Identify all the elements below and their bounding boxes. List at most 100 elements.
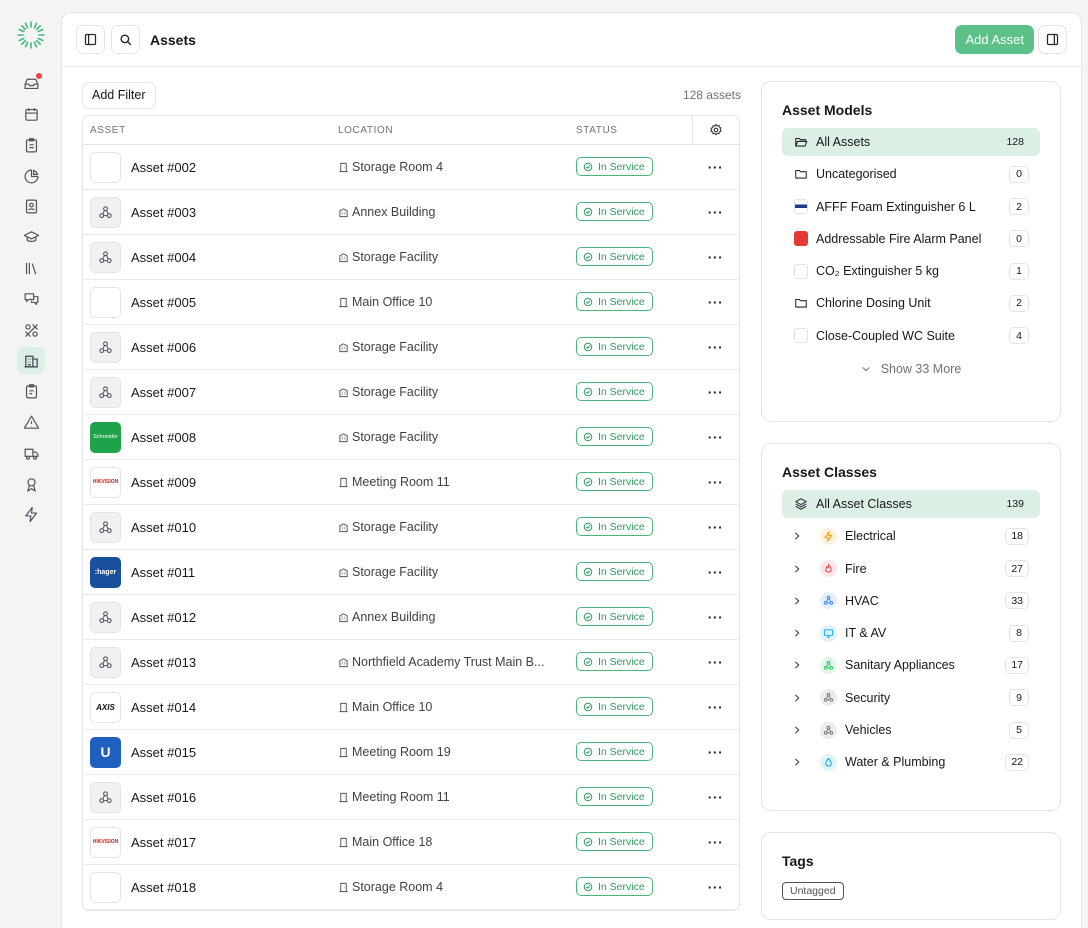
asset-model-item[interactable]: Addressable Fire Alarm Panel 0 xyxy=(782,225,1040,253)
table-row[interactable]: Schneider Asset #008 Storage Facility In Se… xyxy=(83,415,739,460)
table-row[interactable]: Asset #016 Meeting Room 11 In Service ··· xyxy=(83,775,739,820)
asset-class-item[interactable]: HVAC 33 xyxy=(782,587,1040,615)
table-row[interactable]: Asset #018 Storage Room 4 In Service ··· xyxy=(83,865,739,910)
chevron-right-icon[interactable] xyxy=(792,564,806,574)
chevron-right-icon[interactable] xyxy=(792,757,806,767)
chevron-right-icon[interactable] xyxy=(792,725,806,735)
asset-name[interactable]: Asset #005 xyxy=(131,295,196,310)
asset-class-item[interactable]: Fire 27 xyxy=(782,555,1040,583)
asset-model-item[interactable]: Close-Coupled WC Suite 4 xyxy=(782,322,1040,350)
asset-name[interactable]: Asset #015 xyxy=(131,745,196,760)
asset-name[interactable]: Asset #009 xyxy=(131,475,196,490)
row-actions-button[interactable]: ··· xyxy=(692,879,739,895)
asset-name[interactable]: Asset #017 xyxy=(131,835,196,850)
asset-class-all[interactable]: All Asset Classes 139 xyxy=(782,490,1040,518)
asset-model-item[interactable]: All Assets 128 xyxy=(782,128,1040,156)
row-actions-button[interactable]: ··· xyxy=(692,249,739,265)
chevron-right-icon[interactable] xyxy=(792,596,806,606)
row-actions-button[interactable]: ··· xyxy=(692,834,739,850)
table-row[interactable]: Asset #002 Storage Room 4 In Service ··· xyxy=(83,145,739,190)
chevron-right-icon[interactable] xyxy=(792,693,806,703)
app-logo[interactable] xyxy=(16,20,46,50)
calendar-icon[interactable] xyxy=(17,101,45,128)
chevron-right-icon[interactable] xyxy=(792,628,806,638)
tools-icon[interactable] xyxy=(17,316,45,343)
row-actions-button[interactable]: ··· xyxy=(692,384,739,400)
asset-model-item[interactable]: Chlorine Dosing Unit 2 xyxy=(782,289,1040,317)
pie-chart-icon[interactable] xyxy=(17,162,45,189)
row-actions-button[interactable]: ··· xyxy=(692,609,739,625)
asset-name[interactable]: Asset #013 xyxy=(131,655,196,670)
inbox-icon[interactable] xyxy=(17,70,45,97)
show-more-models-button[interactable]: Show 33 More xyxy=(762,354,1060,384)
asset-class-item[interactable]: IT & AV 8 xyxy=(782,619,1040,647)
truck-icon[interactable] xyxy=(17,440,45,467)
graduation-cap-icon[interactable] xyxy=(17,224,45,251)
tag-untagged[interactable]: Untagged xyxy=(782,882,844,900)
table-row[interactable]: HIKVISION Asset #009 Meeting Room 11 In Ser… xyxy=(83,460,739,505)
column-header-asset[interactable]: ASSET xyxy=(83,125,338,136)
asset-name[interactable]: Asset #012 xyxy=(131,610,196,625)
asset-name[interactable]: Asset #002 xyxy=(131,160,196,175)
table-row[interactable]: Asset #005 Main Office 10 In Service ··· xyxy=(83,280,739,325)
checklist-icon[interactable] xyxy=(17,378,45,405)
row-actions-button[interactable]: ··· xyxy=(692,474,739,490)
table-row[interactable]: :hager Asset #011 Storage Facility In Servi… xyxy=(83,550,739,595)
library-icon[interactable] xyxy=(17,255,45,282)
row-actions-button[interactable]: ··· xyxy=(692,339,739,355)
table-row[interactable]: Asset #003 Annex Building In Service ··· xyxy=(83,190,739,235)
search-button[interactable] xyxy=(111,25,140,54)
chevron-right-icon[interactable] xyxy=(792,531,806,541)
table-row[interactable]: Asset #010 Storage Facility In Service ··· xyxy=(83,505,739,550)
table-settings-button[interactable] xyxy=(692,116,739,144)
clipboard-icon[interactable] xyxy=(17,132,45,159)
asset-name[interactable]: Asset #018 xyxy=(131,880,196,895)
column-header-status[interactable]: STATUS xyxy=(576,125,692,136)
row-actions-button[interactable]: ··· xyxy=(692,204,739,220)
table-row[interactable]: U Asset #015 Meeting Room 19 In Service ··· xyxy=(83,730,739,775)
table-row[interactable]: Asset #013 Northfield Academy Trust Main … xyxy=(83,640,739,685)
asset-name[interactable]: Asset #004 xyxy=(131,250,196,265)
asset-model-item[interactable]: AFFF Foam Extinguisher 6 L 2 xyxy=(782,193,1040,221)
table-row[interactable]: AXIS Asset #014 Main Office 10 In Service ··… xyxy=(83,685,739,730)
award-icon[interactable] xyxy=(17,470,45,497)
asset-name[interactable]: Asset #010 xyxy=(131,520,196,535)
table-row[interactable]: Asset #007 Storage Facility In Service ··· xyxy=(83,370,739,415)
row-actions-button[interactable]: ··· xyxy=(692,564,739,580)
row-actions-button[interactable]: ··· xyxy=(692,654,739,670)
lightning-icon[interactable] xyxy=(17,501,45,528)
column-header-location[interactable]: LOCATION xyxy=(338,125,576,136)
toggle-sidebar-button[interactable] xyxy=(76,25,105,54)
asset-class-item[interactable]: Sanitary Appliances 17 xyxy=(782,651,1040,679)
warning-icon[interactable] xyxy=(17,409,45,436)
asset-class-item[interactable]: Security 9 xyxy=(782,684,1040,712)
row-actions-button[interactable]: ··· xyxy=(692,699,739,715)
table-row[interactable]: Asset #006 Storage Facility In Service ··· xyxy=(83,325,739,370)
asset-name[interactable]: Asset #006 xyxy=(131,340,196,355)
asset-name[interactable]: Asset #016 xyxy=(131,790,196,805)
asset-model-item[interactable]: Uncategorised 0 xyxy=(782,160,1040,188)
table-row[interactable]: Asset #012 Annex Building In Service ··· xyxy=(83,595,739,640)
add-asset-button[interactable]: Add Asset xyxy=(955,25,1034,54)
chevron-right-icon[interactable] xyxy=(792,660,806,670)
asset-model-item[interactable]: CO₂ Extinguisher 5 kg 1 xyxy=(782,257,1040,285)
row-actions-button[interactable]: ··· xyxy=(692,789,739,805)
toggle-right-panel-button[interactable] xyxy=(1038,25,1067,54)
asset-name[interactable]: Asset #014 xyxy=(131,700,196,715)
asset-class-item[interactable]: Water & Plumbing 22 xyxy=(782,748,1040,776)
asset-class-item[interactable]: Electrical 18 xyxy=(782,522,1040,550)
row-actions-button[interactable]: ··· xyxy=(692,159,739,175)
row-actions-button[interactable]: ··· xyxy=(692,519,739,535)
row-actions-button[interactable]: ··· xyxy=(692,429,739,445)
asset-name[interactable]: Asset #003 xyxy=(131,205,196,220)
contacts-icon[interactable] xyxy=(17,193,45,220)
asset-name[interactable]: Asset #007 xyxy=(131,385,196,400)
row-actions-button[interactable]: ··· xyxy=(692,294,739,310)
add-filter-button[interactable]: Add Filter xyxy=(82,81,156,109)
asset-name[interactable]: Asset #011 xyxy=(131,565,195,580)
chat-icon[interactable] xyxy=(17,286,45,313)
table-row[interactable]: Asset #004 Storage Facility In Service ··· xyxy=(83,235,739,280)
row-actions-button[interactable]: ··· xyxy=(692,744,739,760)
asset-class-item[interactable]: Vehicles 5 xyxy=(782,716,1040,744)
building-icon[interactable] xyxy=(17,347,45,375)
